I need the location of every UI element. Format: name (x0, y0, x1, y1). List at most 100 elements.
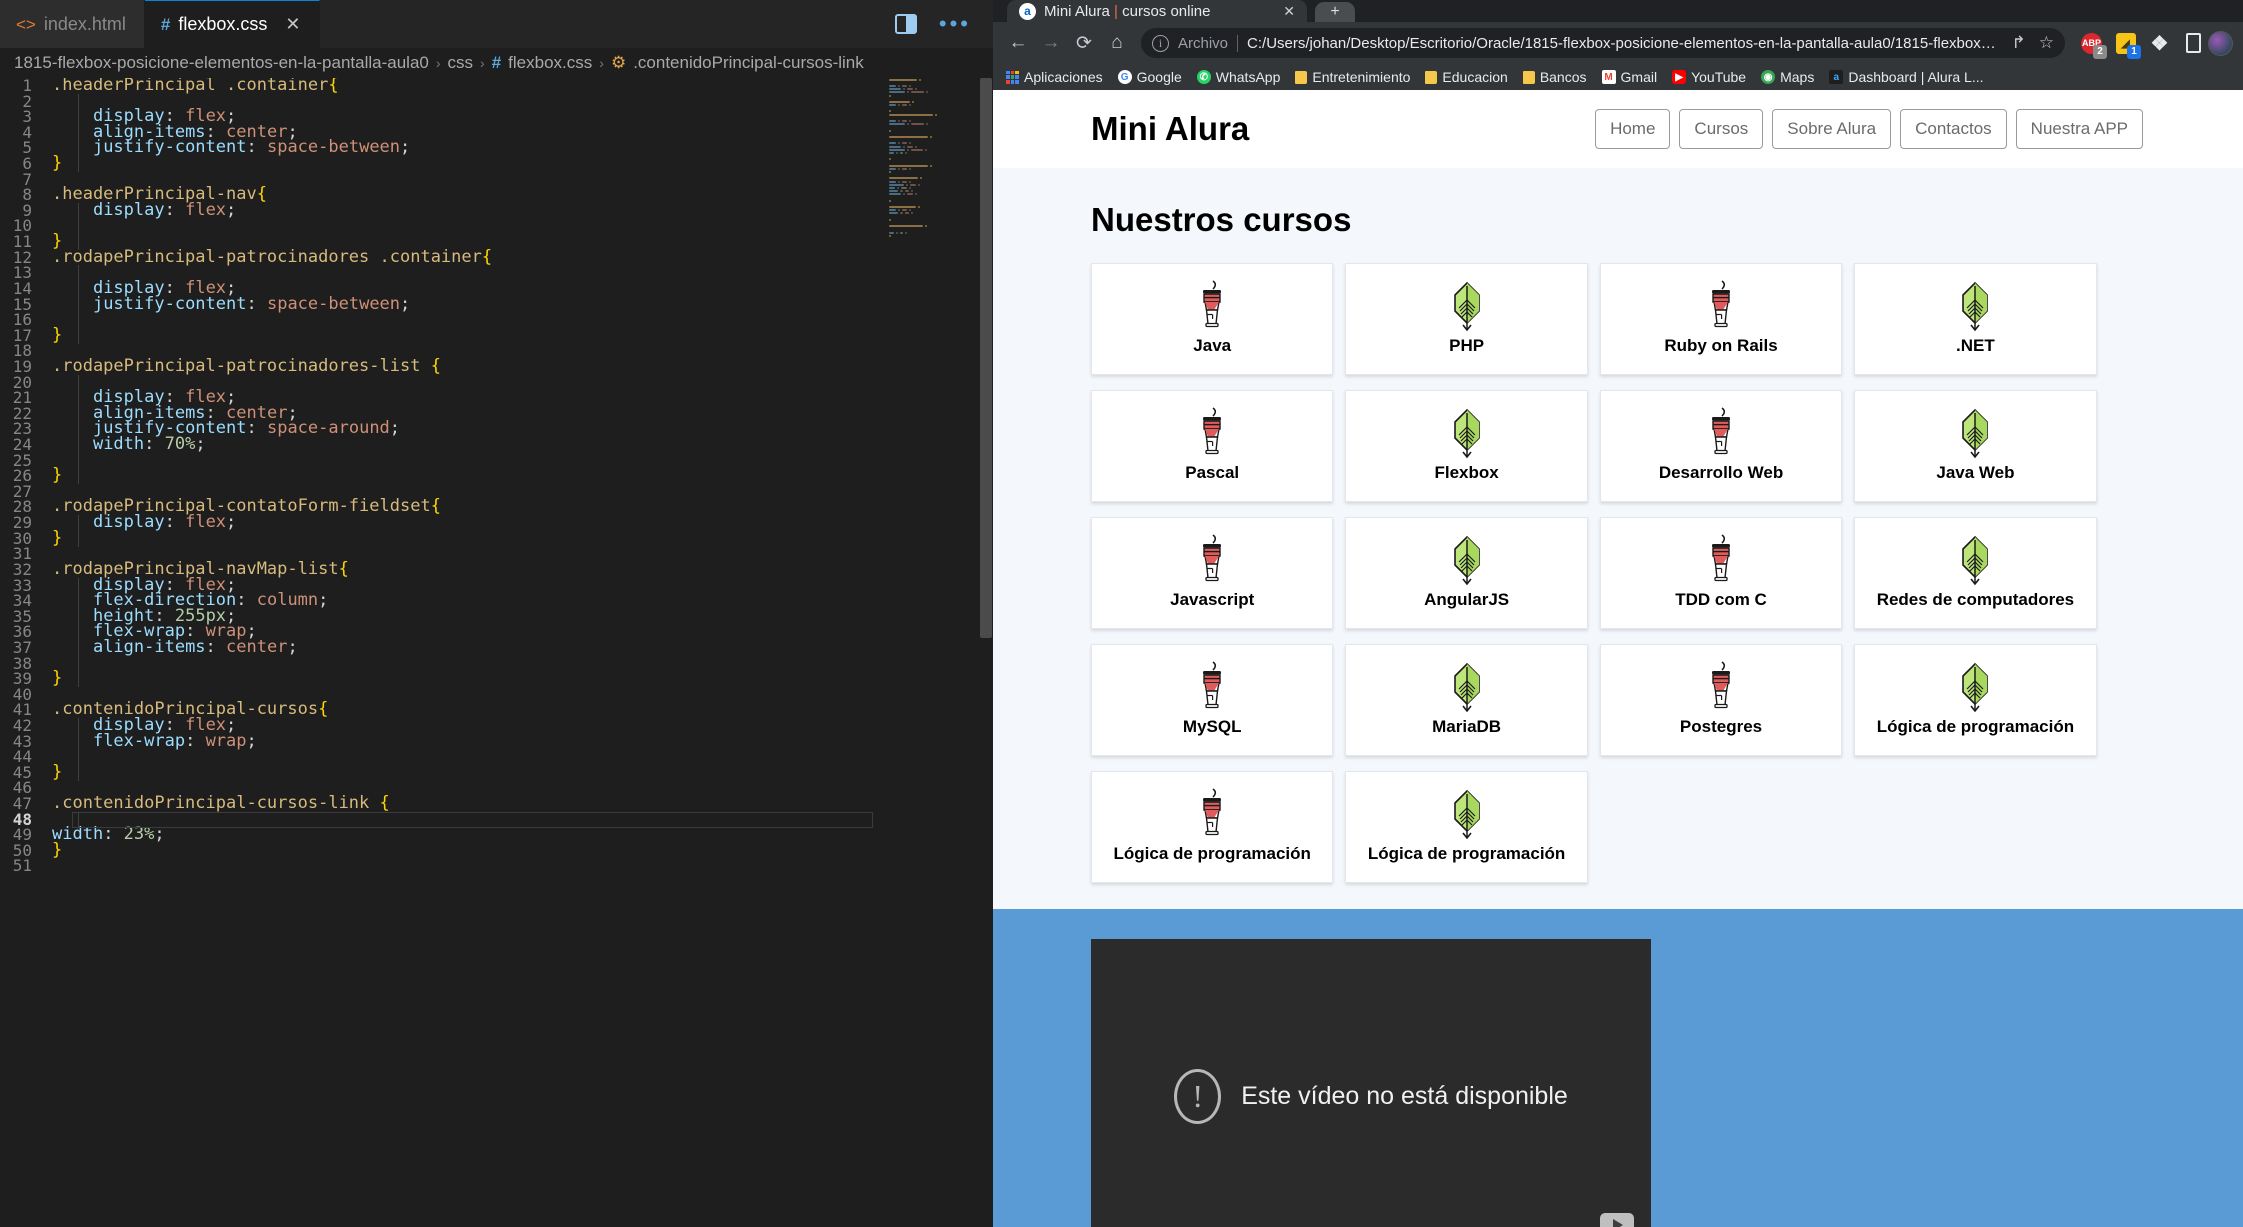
bookmark-item-youtube[interactable]: ▶ YouTube (1672, 69, 1746, 85)
back-icon[interactable]: ← (1003, 28, 1033, 58)
code-line[interactable]: 43 flex-wrap: wrap; (0, 732, 993, 750)
course-name: Java Web (1936, 463, 2015, 482)
green-feather-icon (1952, 278, 1998, 332)
code-line[interactable]: 25 (0, 452, 993, 469)
forward-icon[interactable]: → (1036, 28, 1066, 58)
browser-tab[interactable]: a Mini Alura | cursos online ✕ (1007, 0, 1307, 22)
code-line[interactable]: 38 (0, 655, 993, 672)
course-card[interactable]: Pascal (1091, 390, 1334, 502)
breadcrumb-file[interactable]: flexbox.css (508, 53, 592, 73)
course-card[interactable]: Ruby on Rails (1599, 263, 1843, 375)
address-bar[interactable]: i Archivo C:/Users/johan/Desktop/Escrito… (1141, 28, 2065, 58)
bookmark-item-gmail[interactable]: M Gmail (1601, 69, 1657, 85)
code-line[interactable]: 45} (0, 763, 993, 781)
code-line[interactable]: 44 (0, 749, 993, 765)
course-name: PHP (1449, 336, 1485, 355)
course-card[interactable]: Desarrollo Web (1599, 390, 1843, 502)
browser-tab-title: Mini Alura | cursos online (1044, 2, 1211, 20)
code-line[interactable]: 6} (0, 155, 993, 172)
code-line[interactable]: 24 width: 70%; (0, 436, 993, 453)
nav-button-sobre-alura[interactable]: Sobre Alura (1772, 109, 1892, 149)
code-line[interactable]: 49 width: 23%; (0, 826, 993, 843)
new-tab-button[interactable]: + (1315, 2, 1355, 22)
breadcrumb-folder[interactable]: css (448, 53, 474, 73)
youtube-play-button[interactable] (1600, 1213, 1634, 1227)
course-card[interactable]: .NET (1854, 263, 2097, 375)
adblock-plus-icon[interactable]: ABP 2 (2080, 32, 2107, 59)
more-actions-icon[interactable]: ••• (939, 13, 971, 35)
reload-icon[interactable]: ⟳ (1069, 28, 1099, 58)
breadcrumb-project[interactable]: 1815-flexbox-posicione-elementos-en-la-p… (14, 53, 429, 73)
code-lines[interactable]: 1 .headerPrincipal .container{2 3 display:… (0, 78, 993, 874)
editor-tab-flexbox-css[interactable]: # flexbox.css ✕ (144, 0, 320, 48)
course-card[interactable]: Java (1091, 263, 1334, 375)
bookmark-item-dashboard-alura-l[interactable]: a Dashboard | Alura L... (1829, 69, 1984, 85)
code-line[interactable]: 29 display: flex; (0, 514, 993, 531)
code-line[interactable]: 5 justify-content: space-between; (0, 139, 993, 156)
close-icon[interactable]: ✕ (285, 14, 300, 35)
course-card[interactable]: MariaDB (1345, 644, 1588, 756)
share-icon[interactable]: ↱ (2012, 33, 2026, 53)
course-card[interactable]: Java Web (1854, 390, 2097, 502)
reading-list-icon[interactable] (2182, 32, 2205, 55)
note-extension-icon[interactable]: ◢ 1 (2114, 32, 2141, 59)
extensions-puzzle-icon[interactable]: ❖ (2148, 32, 2171, 55)
course-card[interactable]: Flexbox (1345, 390, 1588, 502)
editor-tab-bar: <> index.html # flexbox.css ✕ ••• (0, 0, 993, 48)
code-line[interactable]: 26} (0, 467, 993, 484)
code-line[interactable]: 50} (0, 841, 993, 859)
breadcrumb-symbol[interactable]: .contenidoPrincipal-cursos-link (633, 53, 864, 73)
bookmark-star-icon[interactable]: ☆ (2039, 33, 2054, 53)
split-editor-icon[interactable] (894, 14, 917, 34)
code-line[interactable]: 9 display: flex; (0, 201, 993, 219)
course-card[interactable]: Javascript (1091, 517, 1334, 629)
nav-button-contactos[interactable]: Contactos (1900, 109, 2007, 149)
video-player[interactable]: ! Este vídeo no está disponible (1091, 939, 1651, 1227)
code-line[interactable]: 39} (0, 670, 993, 687)
course-card[interactable]: TDD com C (1599, 517, 1843, 629)
course-card[interactable]: Lógica de programación (1854, 644, 2097, 756)
nav-button-nuestra-app[interactable]: Nuestra APP (2015, 109, 2143, 149)
code-line[interactable]: 30} (0, 529, 993, 547)
profile-avatar[interactable] (2208, 30, 2233, 56)
course-name: Postegres (1679, 717, 1763, 736)
code-line[interactable]: 47 .contenidoPrincipal-cursos-link { (0, 795, 993, 812)
bookmark-item-bancos[interactable]: Bancos (1522, 69, 1587, 85)
bookmark-item-entretenimiento[interactable]: Entretenimiento (1295, 69, 1410, 85)
site-logo[interactable]: Mini Alura (1091, 110, 1249, 148)
editor-scrollbar[interactable] (979, 78, 993, 1227)
bookmark-item-whatsapp[interactable]: ✆ WhatsApp (1196, 69, 1280, 85)
course-card[interactable]: AngularJS (1345, 517, 1588, 629)
page-info-icon[interactable]: i (1152, 34, 1169, 52)
bookmark-label: Google (1136, 69, 1182, 85)
code-line[interactable]: 1 .headerPrincipal .container{ (0, 78, 993, 94)
course-card[interactable]: MySQL (1091, 644, 1334, 756)
course-name: .NET (1956, 336, 1995, 355)
omnibox-actions: ↱ ☆ (2006, 33, 2055, 53)
nav-button-home[interactable]: Home (1595, 109, 1671, 149)
code-line[interactable]: 51 (0, 858, 993, 874)
bookmark-item-aplicaciones[interactable]: Aplicaciones (1006, 69, 1103, 85)
bookmark-item-google[interactable]: G Google (1117, 69, 1182, 85)
course-card[interactable]: PHP (1345, 263, 1588, 375)
url-text[interactable]: C:/Users/johan/Desktop/Escritorio/Oracle… (1247, 35, 1996, 52)
editor-tab-index-html[interactable]: <> index.html (0, 0, 145, 48)
code-line[interactable]: 10 (0, 218, 993, 234)
home-icon[interactable]: ⌂ (1102, 28, 1132, 58)
code-line[interactable]: 17} (0, 326, 993, 344)
bookmark-item-educacion[interactable]: Educacion (1425, 69, 1508, 85)
nav-button-cursos[interactable]: Cursos (1679, 109, 1764, 149)
code-line[interactable]: 15 justify-content: space-between; (0, 295, 993, 313)
scrollbar-thumb[interactable] (980, 78, 992, 638)
close-icon[interactable]: ✕ (1283, 3, 1295, 20)
code-editor[interactable]: 1 .headerPrincipal .container{2 3 display:… (0, 78, 993, 1227)
course-card[interactable]: Lógica de programación (1091, 771, 1334, 883)
code-line[interactable]: 19 .rodapePrincipal-patrocinadores-list { (0, 357, 993, 375)
course-card[interactable]: Postegres (1599, 644, 1843, 756)
course-card[interactable]: Lógica de programación (1345, 771, 1588, 883)
code-line[interactable]: 12 .rodapePrincipal-patrocinadores .conta… (0, 248, 993, 266)
code-line[interactable]: 16 (0, 312, 993, 328)
course-card[interactable]: Redes de computadores (1854, 517, 2097, 629)
code-line[interactable]: 37 align-items: center; (0, 638, 993, 656)
bookmark-item-maps[interactable]: ◉ Maps (1761, 69, 1814, 85)
